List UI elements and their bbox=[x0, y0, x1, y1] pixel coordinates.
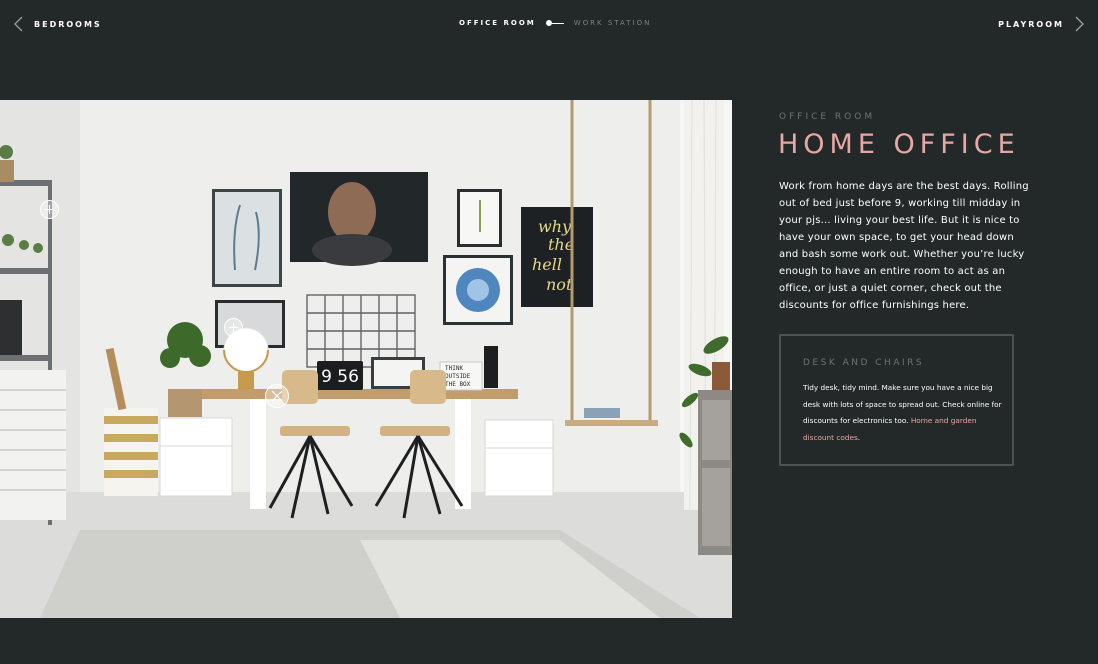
card-description: Tidy desk, tidy mind. Make sure you have… bbox=[803, 380, 1003, 446]
card-title: DESK AND CHAIRS bbox=[803, 358, 925, 368]
hotspot-globe[interactable] bbox=[224, 318, 243, 337]
svg-text:why: why bbox=[538, 217, 572, 236]
plus-icon bbox=[228, 322, 239, 333]
next-room-link[interactable]: PLAYROOM bbox=[998, 16, 1086, 32]
prev-room-link[interactable]: BEDROOMS bbox=[12, 16, 102, 32]
office-scene-illustration: why the hell not 9 56 THINK OUTSIDE THE … bbox=[0, 100, 732, 618]
svg-text:not: not bbox=[546, 275, 573, 294]
prev-room-label: BEDROOMS bbox=[34, 19, 102, 29]
page-title: HOME OFFICE bbox=[778, 129, 1020, 160]
section-description: Work from home days are the best days. R… bbox=[779, 181, 1029, 311]
chevron-right-icon bbox=[1075, 16, 1084, 32]
crumb-office-room[interactable]: OFFICE ROOM bbox=[459, 19, 536, 27]
clock-display: 9 56 bbox=[321, 367, 359, 387]
section-overline: OFFICE ROOM bbox=[779, 112, 876, 122]
next-room-label: PLAYROOM bbox=[998, 19, 1064, 29]
hotspot-info-card: DESK AND CHAIRS Tidy desk, tidy mind. Ma… bbox=[779, 334, 1014, 466]
svg-text:THINK: THINK bbox=[445, 365, 463, 372]
close-icon bbox=[271, 390, 283, 402]
svg-text:OUTSIDE: OUTSIDE bbox=[445, 373, 471, 380]
card-link-suffix: . bbox=[857, 432, 861, 442]
chevron-left-icon bbox=[14, 16, 23, 32]
room-photo: why the hell not 9 56 THINK OUTSIDE THE … bbox=[0, 100, 732, 618]
svg-text:hell: hell bbox=[532, 255, 562, 274]
hotspot-desk-active[interactable] bbox=[265, 384, 289, 408]
hotspot-shelving[interactable] bbox=[40, 200, 59, 219]
svg-text:THE BOX: THE BOX bbox=[445, 381, 471, 388]
crumb-progress-indicator bbox=[545, 20, 564, 26]
svg-text:the: the bbox=[548, 235, 574, 254]
plus-icon bbox=[44, 204, 55, 215]
crumb-work-station[interactable]: WORK STATION bbox=[574, 19, 652, 27]
breadcrumb: OFFICE ROOM WORK STATION bbox=[459, 19, 651, 27]
